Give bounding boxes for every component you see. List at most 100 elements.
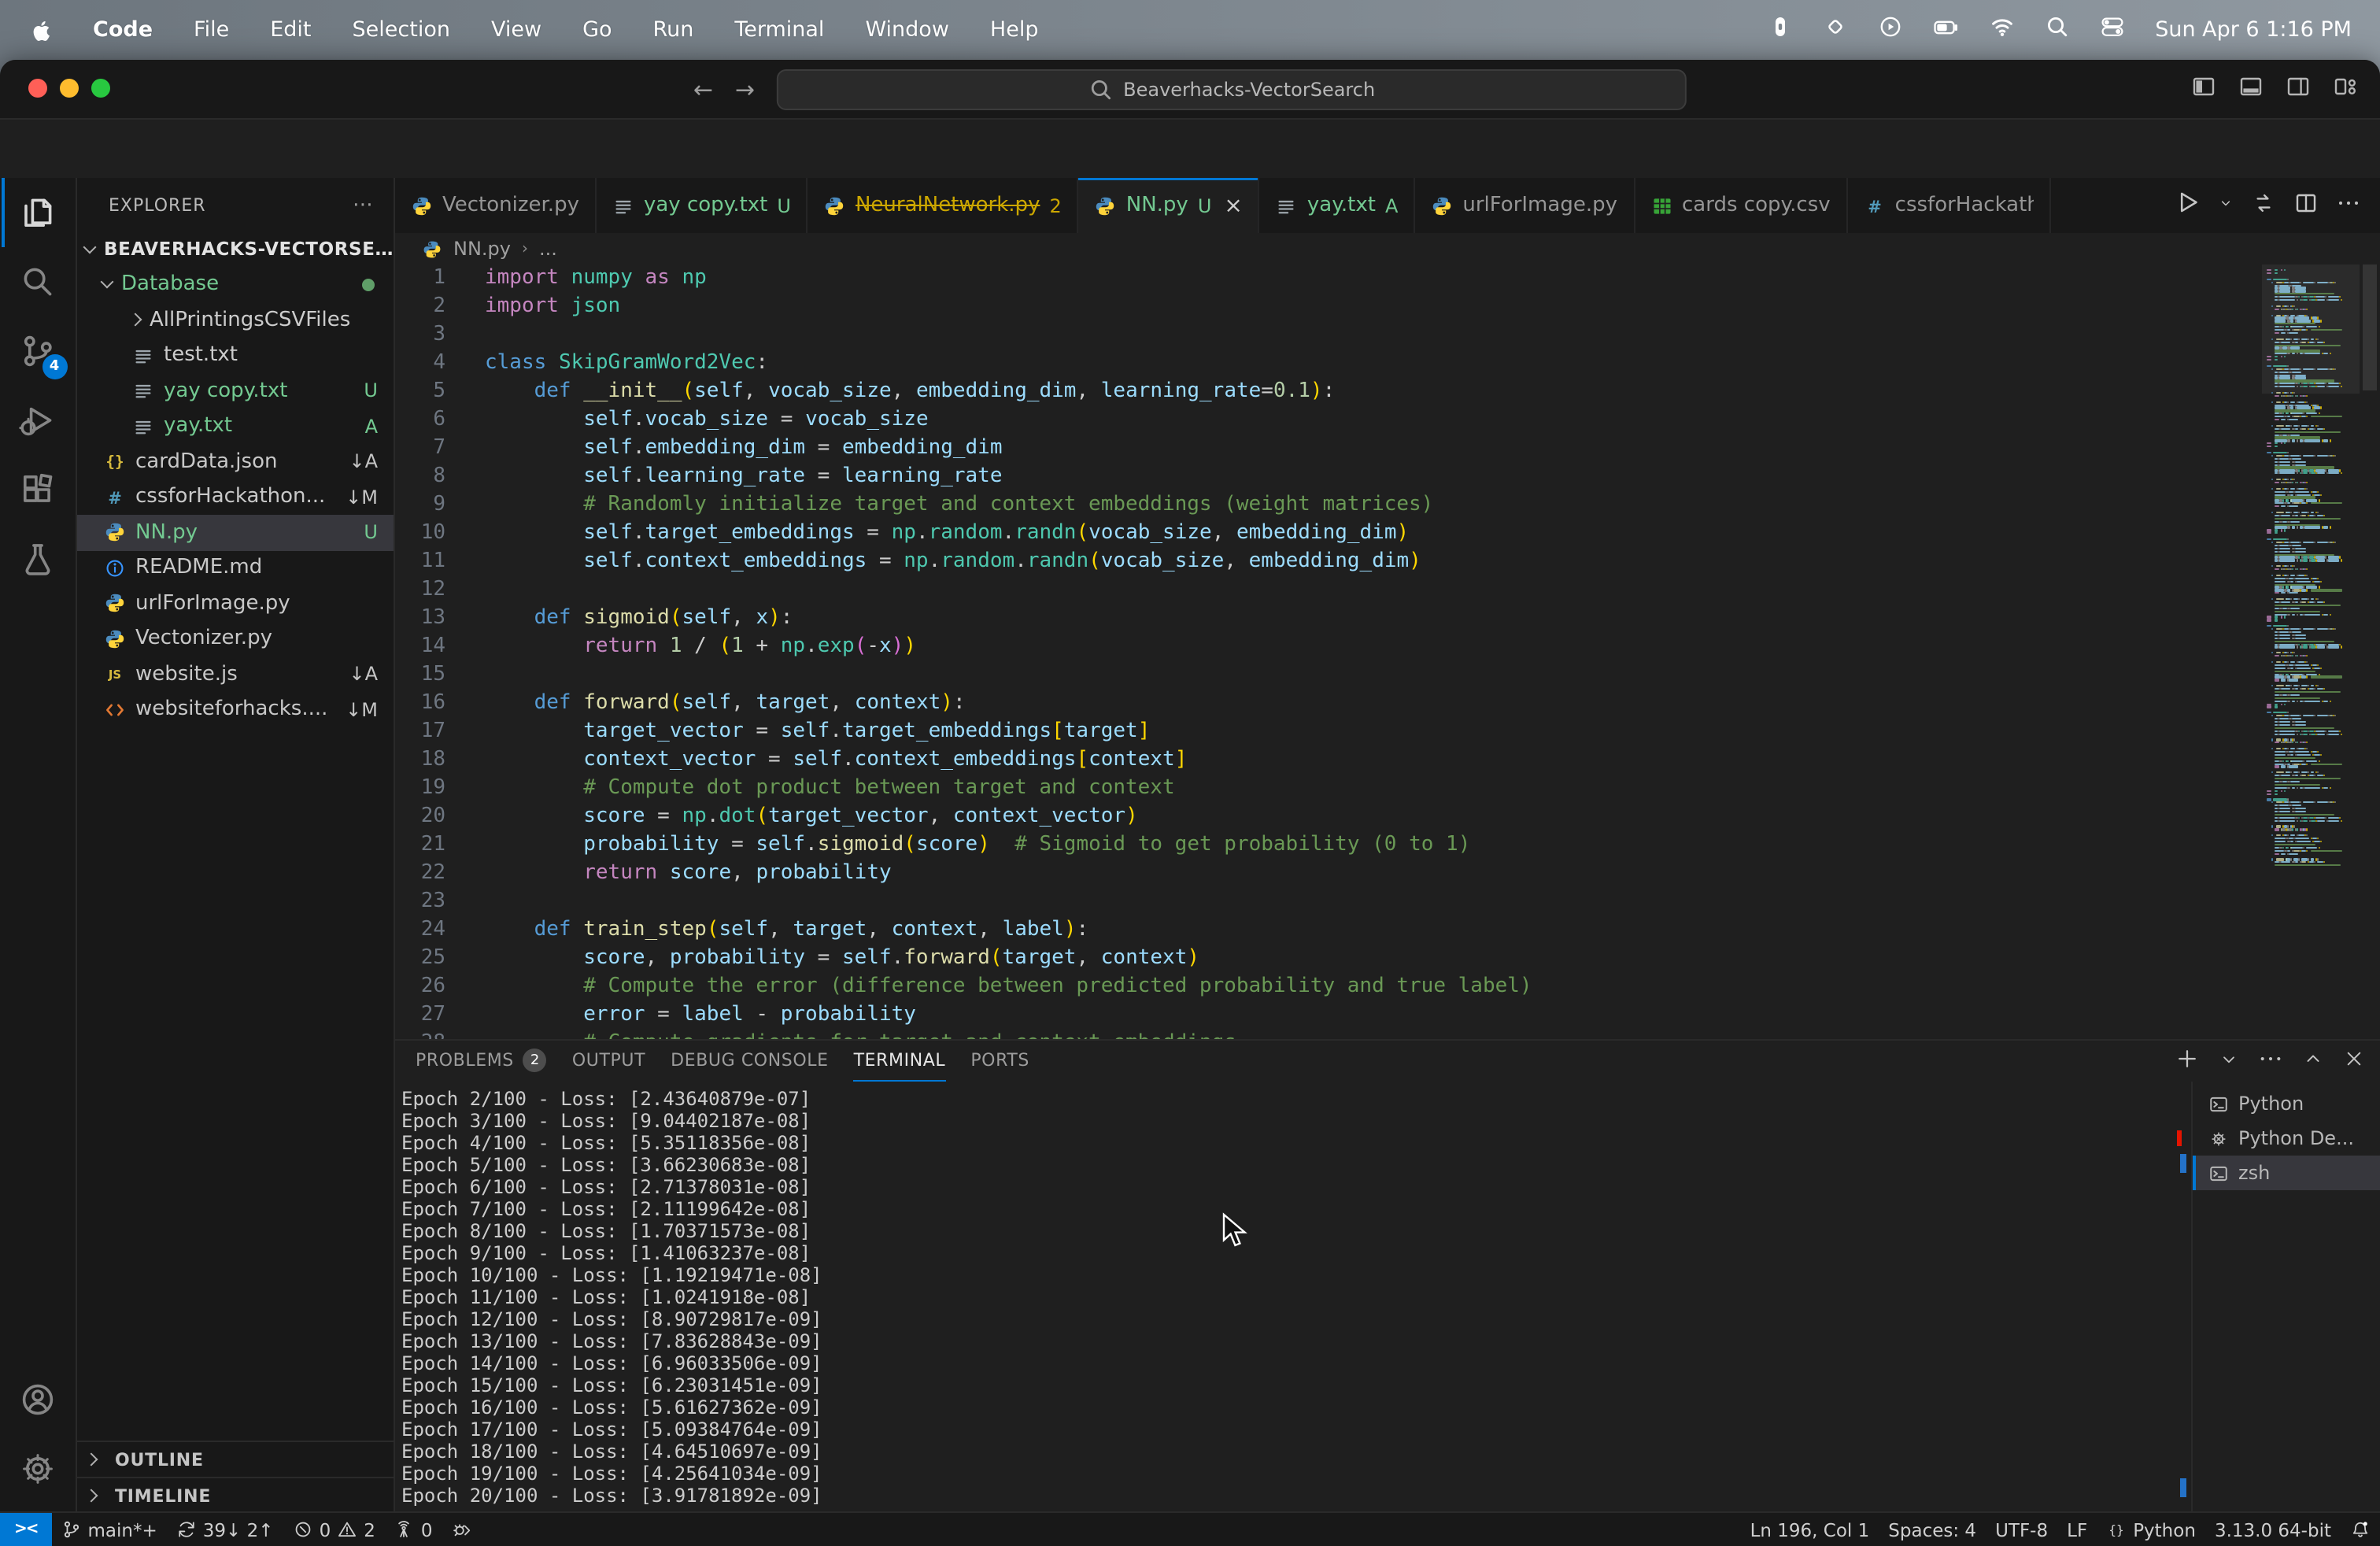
tab-yay-copy-txt[interactable]: yay copy.txt U [596, 178, 808, 233]
statusbar-debug[interactable] [442, 1519, 482, 1540]
tree-item-nn-py[interactable]: NN.py U [77, 515, 394, 550]
tree-item-websiteforhacks-[interactable]: websiteforhacks.... ↓M [77, 692, 394, 727]
panel-tab-ports[interactable]: PORTS [970, 1041, 1029, 1082]
menu-edit[interactable]: Edit [270, 17, 311, 43]
tree-item-yay-copy-txt[interactable]: yay copy.txt U [77, 373, 394, 409]
tab-yay-txt[interactable]: yay.txt A [1259, 178, 1416, 233]
panel-tab-problems[interactable]: PROBLEMS 2 [416, 1041, 547, 1082]
terminal-zsh[interactable]: zsh [2193, 1156, 2380, 1190]
plus-button[interactable] [2175, 1047, 2199, 1075]
menubar-item[interactable] [1990, 14, 2015, 46]
statusbar-sync-changes[interactable]: 39↓ 2↑ [167, 1518, 283, 1540]
panel-tab-debug-console[interactable]: DEBUG CONSOLE [671, 1041, 828, 1082]
apple-icon[interactable] [28, 18, 52, 42]
menubar-clock[interactable]: Sun Apr 6 1:16 PM [2155, 17, 2352, 43]
forward-arrow-icon[interactable]: → [735, 75, 755, 103]
statusbar-forwarded-ports[interactable]: 0 [385, 1518, 442, 1540]
close-window-button[interactable] [28, 79, 47, 98]
tree-item-allprintingscsvfiles[interactable]: AllPrintingsCSVFiles [77, 302, 394, 338]
menu-go[interactable]: Go [582, 17, 612, 43]
tree-item-website-js[interactable]: JS website.js ↓A [77, 656, 394, 692]
tree-item-readme-md[interactable]: README.md [77, 550, 394, 586]
editor-scrollbar[interactable] [2360, 264, 2380, 1039]
layout-customize-button[interactable] [2333, 73, 2358, 105]
activitybar-search[interactable] [1, 247, 75, 316]
tab-cards-copy-csv[interactable]: cards copy.csv [1635, 178, 1848, 233]
statusbar-notifications[interactable] [2341, 1519, 2380, 1540]
menu-selection[interactable]: Selection [353, 17, 450, 43]
menu-run[interactable]: Run [653, 17, 694, 43]
menubar-item[interactable] [2100, 14, 2125, 46]
section-timeline[interactable]: TIMELINE [77, 1477, 394, 1513]
activitybar-accounts[interactable] [1, 1365, 75, 1434]
tab-cssforhackathon[interactable]: # cssforHackathon [1847, 178, 2051, 233]
tree-item-database[interactable]: Database [77, 267, 394, 302]
code-content[interactable]: 1 import numpy as np 2 import json 3 4 class S… [395, 264, 2262, 1039]
tree-item-urlforimage-py[interactable]: urlForImage.py [77, 586, 394, 621]
menubar-item[interactable] [2045, 14, 2070, 46]
tab-neuralnetwork-py[interactable]: NeuralNetwork.py 2 [808, 178, 1079, 233]
breadcrumb-file[interactable]: NN.py [453, 238, 511, 260]
statusbar-eol[interactable]: LF [2057, 1518, 2097, 1540]
tree-item-carddata-json[interactable]: {} cardData.json ↓A [77, 444, 394, 479]
statusbar-git-branch[interactable]: main*+ [52, 1518, 167, 1540]
sidebar-more-actions-icon[interactable]: ⋯ [353, 193, 375, 216]
command-center-search[interactable]: Beaverhacks-VectorSearch [777, 68, 1687, 109]
menubar-item[interactable] [1823, 14, 1848, 46]
minimize-window-button[interactable] [60, 79, 79, 98]
zoom-window-button[interactable] [91, 79, 110, 98]
statusbar-language-mode[interactable]: {} Python [2097, 1518, 2205, 1540]
layout-panel-button[interactable] [2238, 73, 2264, 105]
activitybar-explorer[interactable] [1, 178, 75, 247]
breadcrumb-more[interactable]: ... [539, 238, 557, 260]
tab-vectonizer-py[interactable]: Vectonizer.py [395, 178, 597, 233]
layout-sidebar-right-button[interactable] [2286, 73, 2311, 105]
editor-scrollbar-slider[interactable] [2363, 264, 2377, 390]
more-actions-button[interactable] [2336, 190, 2361, 221]
close-button[interactable] [2344, 1049, 2364, 1074]
tree-item-cssforhackathon-[interactable]: # cssforHackathon... ↓M [77, 479, 394, 515]
split-editor-button[interactable] [2293, 190, 2319, 221]
chevron-up-button[interactable] [2303, 1049, 2323, 1074]
kebab-button[interactable] [2259, 1047, 2282, 1075]
activitybar-extensions[interactable] [1, 455, 75, 524]
layout-sidebar-left-button[interactable] [2191, 73, 2216, 105]
menubar-item[interactable] [1933, 13, 1960, 46]
close-icon[interactable]: × [1224, 193, 1242, 218]
menu-help[interactable]: Help [990, 17, 1039, 43]
menu-code[interactable]: Code [93, 17, 153, 43]
activitybar-run-and-debug[interactable] [1, 386, 75, 455]
terminal-output[interactable]: Epoch 2/100 - Loss: [2.43640879e-07] Epoc… [395, 1082, 2191, 1513]
tree-item-test-txt[interactable]: test.txt [77, 338, 394, 373]
statusbar-encoding[interactable]: UTF-8 [1986, 1518, 2057, 1540]
section-outline[interactable]: OUTLINE [77, 1441, 394, 1477]
run-python-button[interactable] [2174, 189, 2201, 222]
statusbar-cursor-position[interactable]: Ln 196, Col 1 [1741, 1518, 1879, 1540]
menu-terminal[interactable]: Terminal [734, 17, 824, 43]
tree-item-vectonizer-py[interactable]: Vectonizer.py [77, 621, 394, 656]
terminal-python[interactable]: Python [2193, 1086, 2380, 1121]
statusbar-indentation[interactable]: Spaces: 4 [1879, 1518, 1986, 1540]
statusbar-problems[interactable]: 02 [283, 1518, 385, 1540]
tree-item-yay-txt[interactable]: yay.txt A [77, 409, 394, 444]
activitybar-testing[interactable] [1, 524, 75, 594]
activitybar-source-control[interactable]: 4 [1, 316, 75, 386]
run-dropdown-button[interactable] [2218, 194, 2234, 217]
panel-tab-output[interactable]: OUTPUT [572, 1041, 645, 1082]
open-changes-button[interactable] [2251, 190, 2276, 221]
menu-file[interactable]: File [194, 17, 229, 43]
tree-item-beaverhacks-vectorsea-[interactable]: BEAVERHACKS-VECTORSEA... [77, 231, 394, 267]
panel-tab-terminal[interactable]: TERMINAL [853, 1041, 946, 1082]
menubar-item[interactable] [1768, 14, 1793, 46]
menubar-item[interactable] [1878, 14, 1903, 46]
menu-view[interactable]: View [491, 17, 541, 43]
terminal-python-de-[interactable]: Python De... [2177, 1121, 2380, 1156]
remote-indicator[interactable]: >< [0, 1513, 52, 1546]
tab-urlforimage-py[interactable]: urlForImage.py [1415, 178, 1635, 233]
menu-window[interactable]: Window [865, 17, 948, 43]
activitybar-settings[interactable] [1, 1434, 75, 1503]
tab-nn-py[interactable]: NN.py U × [1078, 178, 1260, 233]
back-arrow-icon[interactable]: ← [693, 75, 713, 103]
breadcrumb[interactable]: NN.py › ... [395, 233, 2380, 264]
minimap[interactable] [2262, 264, 2360, 1039]
